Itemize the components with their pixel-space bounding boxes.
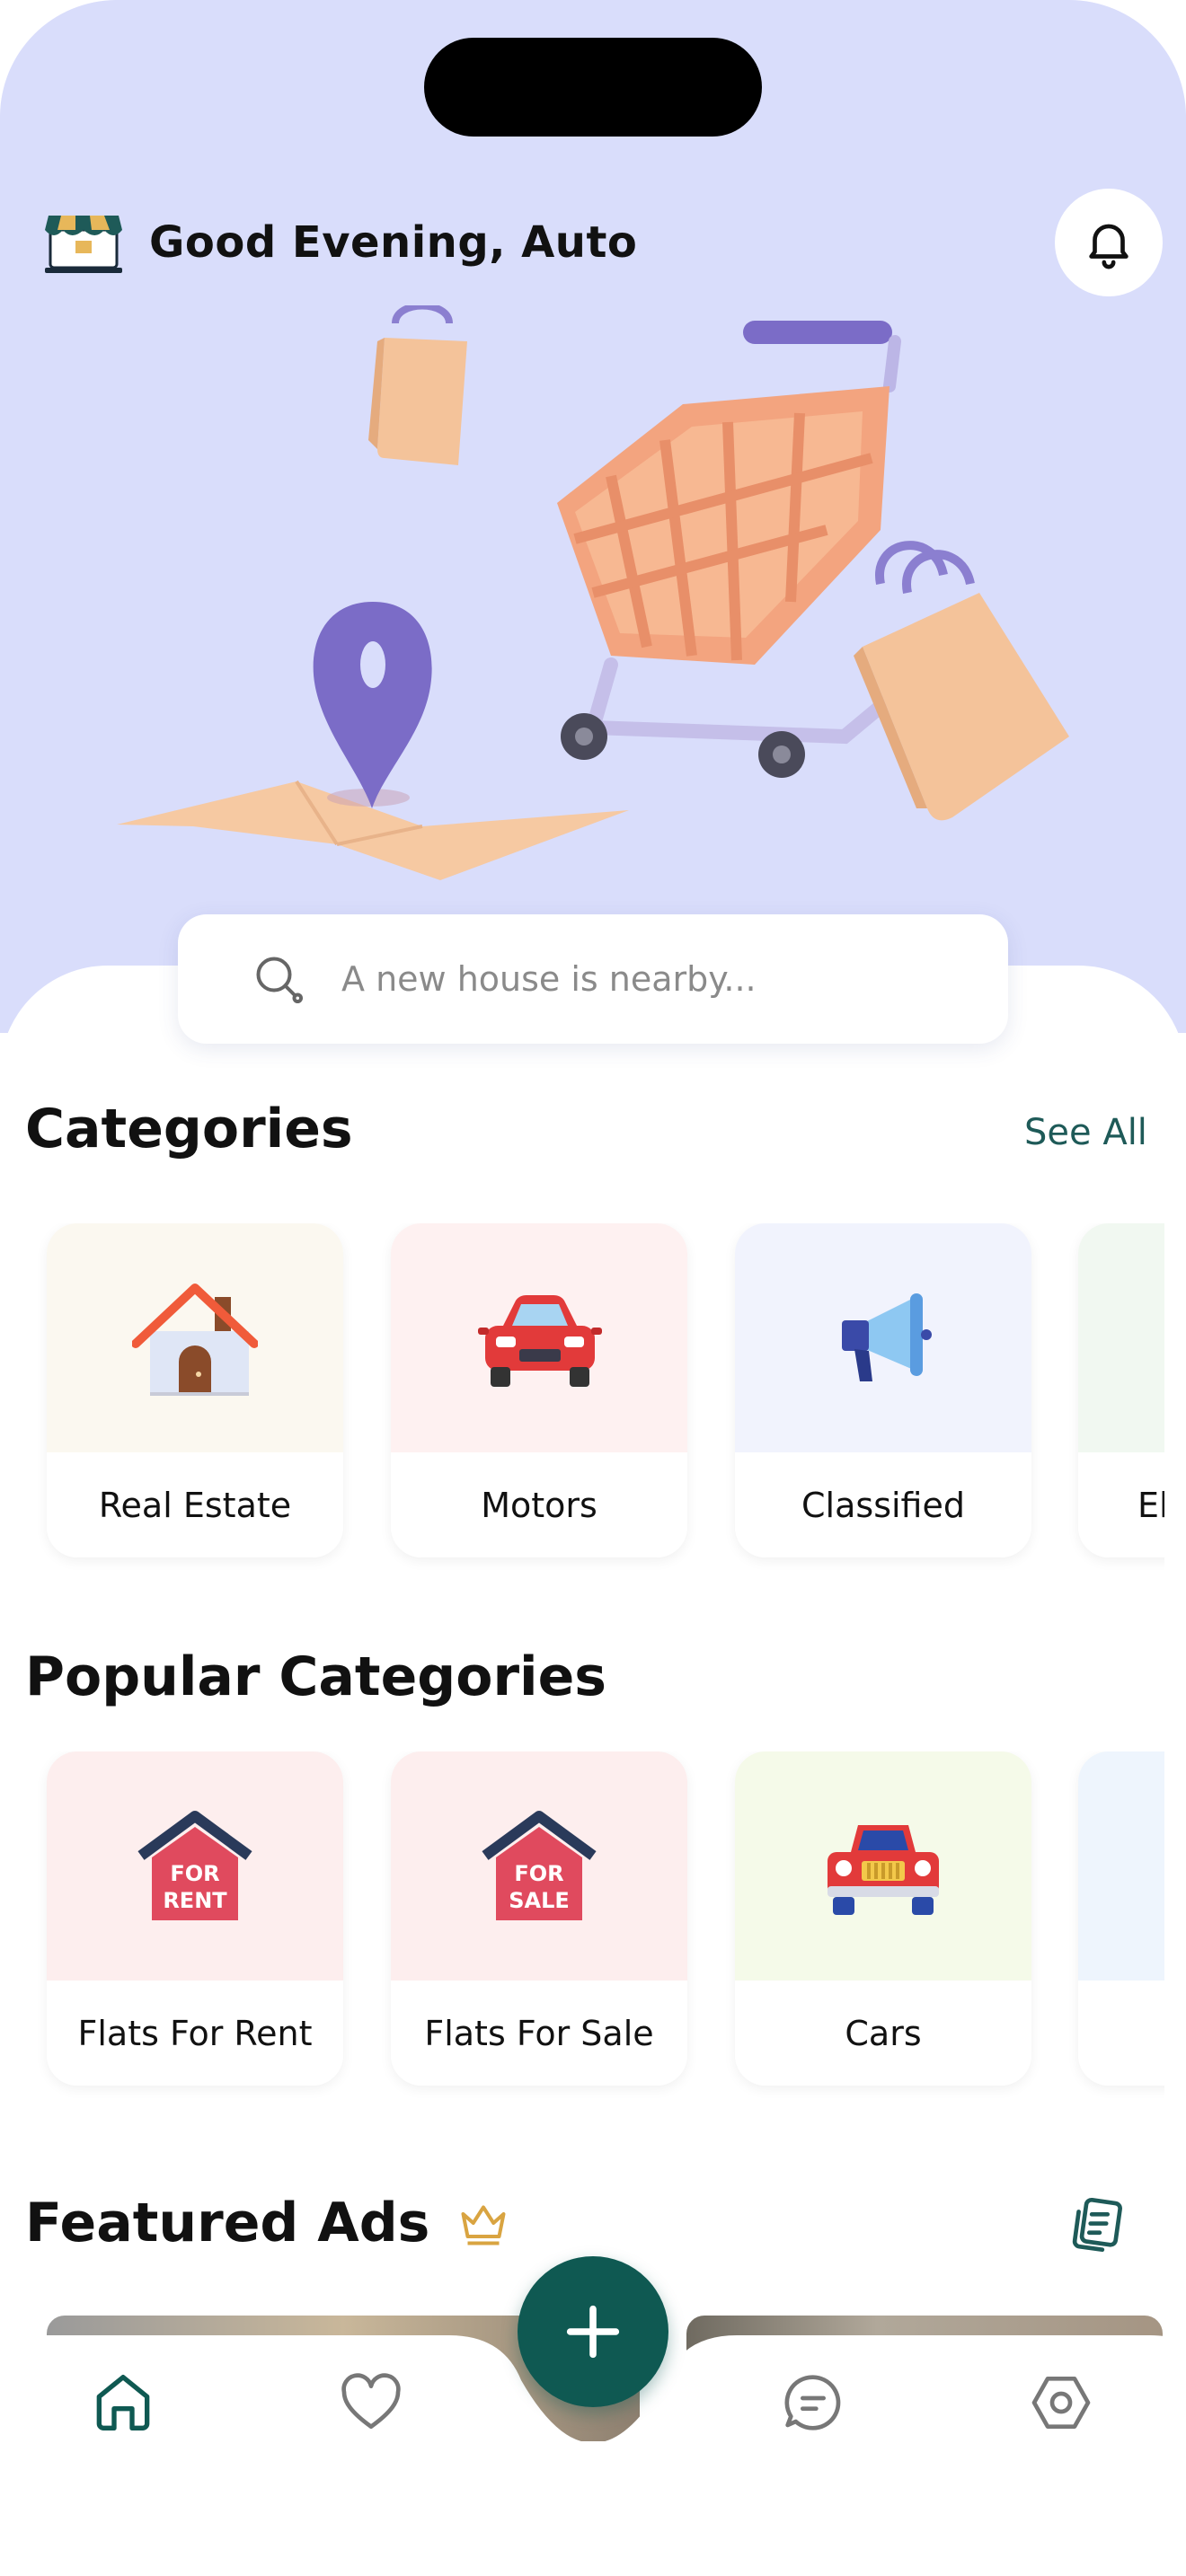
featured-ads-header: Featured Ads	[25, 2192, 510, 2254]
greeting-header: Good Evening, Auto	[45, 207, 637, 278]
house-icon	[132, 1283, 258, 1396]
add-ad-button[interactable]	[518, 2256, 668, 2407]
popular-card-top	[1078, 1751, 1164, 1981]
search-bar[interactable]	[178, 914, 1008, 1044]
popular-card-flats-for-rent[interactable]: FOR RENT Flats For Rent	[47, 1751, 343, 2086]
popular-categories-row: FOR RENT Flats For Rent FOR SALE Flats F…	[0, 1751, 1164, 2111]
sign-line-1: FOR	[170, 1861, 219, 1886]
settings-icon	[1031, 2377, 1091, 2429]
tab-favorites[interactable]	[331, 2362, 412, 2443]
sign-line-1: FOR	[514, 1861, 563, 1886]
notifications-button[interactable]	[1055, 189, 1163, 296]
ads-list-icon[interactable]	[1066, 2193, 1128, 2256]
featured-ads-title: Featured Ads	[25, 2192, 430, 2254]
jeep-icon	[828, 1824, 939, 1915]
category-card-top	[735, 1223, 1031, 1452]
see-all-link[interactable]: See All	[1024, 1112, 1147, 1153]
categories-row: Real Estate Motors Classified El	[0, 1223, 1164, 1583]
dynamic-island	[424, 38, 762, 137]
tab-settings[interactable]	[1021, 2362, 1102, 2443]
bell-icon	[1089, 224, 1128, 269]
car-icon	[478, 1294, 602, 1387]
category-card-classified[interactable]: Classified	[735, 1223, 1031, 1557]
for-sale-icon: FOR SALE	[482, 1810, 597, 1920]
category-label: Real Estate	[47, 1452, 343, 1557]
category-card-top	[391, 1223, 687, 1452]
chat-icon	[784, 2375, 841, 2430]
categories-title: Categories	[25, 1098, 353, 1160]
megaphone-icon	[842, 1292, 932, 1381]
category-label: Motors	[391, 1452, 687, 1557]
greeting-text: Good Evening, Auto	[149, 217, 638, 268]
app-screen: Good Evening, Auto A new house is nearby…	[0, 0, 1186, 2576]
popular-label: Cars	[735, 1981, 1031, 2086]
sign-line-2: RENT	[163, 1888, 227, 1913]
for-rent-icon: FOR RENT	[137, 1810, 252, 1920]
category-card-motors[interactable]: Motors	[391, 1223, 687, 1557]
popular-card-flats-for-sale[interactable]: FOR SALE Flats For Sale	[391, 1751, 687, 2086]
popular-card-top: FOR RENT	[47, 1751, 343, 1981]
crown-icon	[461, 2205, 506, 2245]
category-label: El	[1078, 1452, 1164, 1557]
search-input[interactable]	[341, 959, 916, 999]
tab-home[interactable]	[83, 2362, 164, 2443]
tab-chat[interactable]	[773, 2362, 854, 2443]
popular-label	[1078, 1981, 1164, 2086]
sign-line-2: SALE	[509, 1888, 570, 1913]
popular-label: Flats For Sale	[391, 1981, 687, 2086]
search-icon	[256, 957, 303, 1003]
category-card-real-estate[interactable]: Real Estate	[47, 1223, 343, 1557]
category-label: Classified	[735, 1452, 1031, 1557]
popular-categories-title: Popular Categories	[25, 1645, 607, 1708]
popular-label: Flats For Rent	[47, 1981, 343, 2086]
shopping-illustration	[117, 305, 1069, 880]
heart-icon	[341, 2373, 401, 2429]
popular-card-more[interactable]	[1078, 1751, 1164, 2086]
category-card-electronics[interactable]: El	[1078, 1223, 1164, 1557]
plus-icon	[566, 2305, 620, 2359]
category-card-top	[1078, 1223, 1164, 1452]
storefront-logo	[45, 216, 122, 273]
home-icon	[96, 2375, 150, 2430]
category-card-top	[47, 1223, 343, 1452]
popular-card-cars[interactable]: Cars	[735, 1751, 1031, 2086]
popular-card-top	[735, 1751, 1031, 1981]
popular-card-top: FOR SALE	[391, 1751, 687, 1981]
